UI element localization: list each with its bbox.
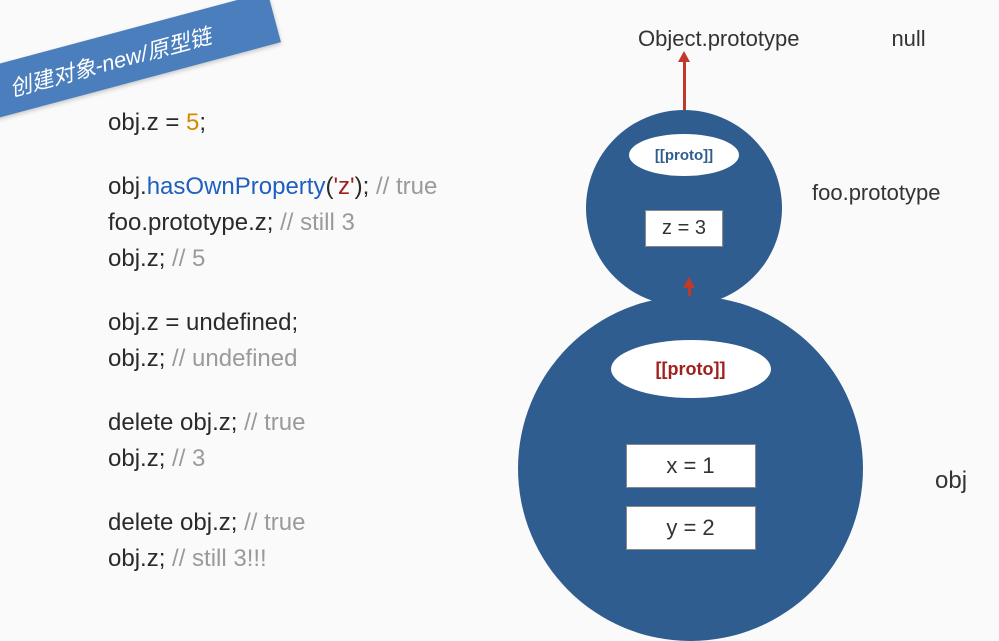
code-group-5: delete obj.z; // true obj.z; // still 3!… [108,505,437,577]
code-text: ); [355,173,376,200]
code-comment: // true [244,409,305,436]
code-text: obj.z; [108,445,172,472]
null-label: null [891,26,925,52]
code-text: delete obj.z; [108,409,244,436]
obj-label: obj [935,467,967,495]
code-group-1: obj.z = 5; [108,105,437,141]
code-comment: // 3 [172,445,205,472]
proto-label: [[proto]] [629,134,739,176]
code-text: obj.z; [108,245,172,272]
code-text: foo.prototype.z; [108,209,280,236]
code-text: obj.z = undefined; [108,309,298,336]
code-comment: // still 3 [280,209,355,236]
code-text: obj.z; [108,345,172,372]
code-group-2: obj.hasOwnProperty('z'); // true foo.pro… [108,169,437,277]
code-comment: // 5 [172,245,205,272]
code-block: obj.z = 5; obj.hasOwnProperty('z'); // t… [108,105,437,577]
code-comment: // still 3!!! [172,545,267,572]
obj-node: [[proto]] x = 1 y = 2 [518,296,863,641]
code-comment: // true [376,173,437,200]
code-text: obj.z = [108,109,186,136]
arrow-up-icon [683,60,686,110]
code-string: 'z' [333,173,354,200]
prototype-chain-top: Object.prototype null [638,26,926,52]
property-x-box: x = 1 [626,444,756,488]
code-group-4: delete obj.z; // true obj.z; // 3 [108,405,437,477]
code-group-3: obj.z = undefined; obj.z; // undefined [108,305,437,377]
proto-label: [[proto]] [611,340,771,398]
code-text: delete obj.z; [108,509,244,536]
code-number: 5 [186,109,199,136]
code-comment: // true [244,509,305,536]
object-prototype-label: Object.prototype [638,26,799,52]
code-comment: // undefined [172,345,297,372]
code-text: ; [199,109,206,136]
property-z-box: z = 3 [645,210,723,247]
code-method: hasOwnProperty [147,173,326,200]
code-text: obj.z; [108,545,172,572]
property-y-box: y = 2 [626,506,756,550]
foo-prototype-label: foo.prototype [812,180,940,206]
code-text: obj. [108,173,147,200]
